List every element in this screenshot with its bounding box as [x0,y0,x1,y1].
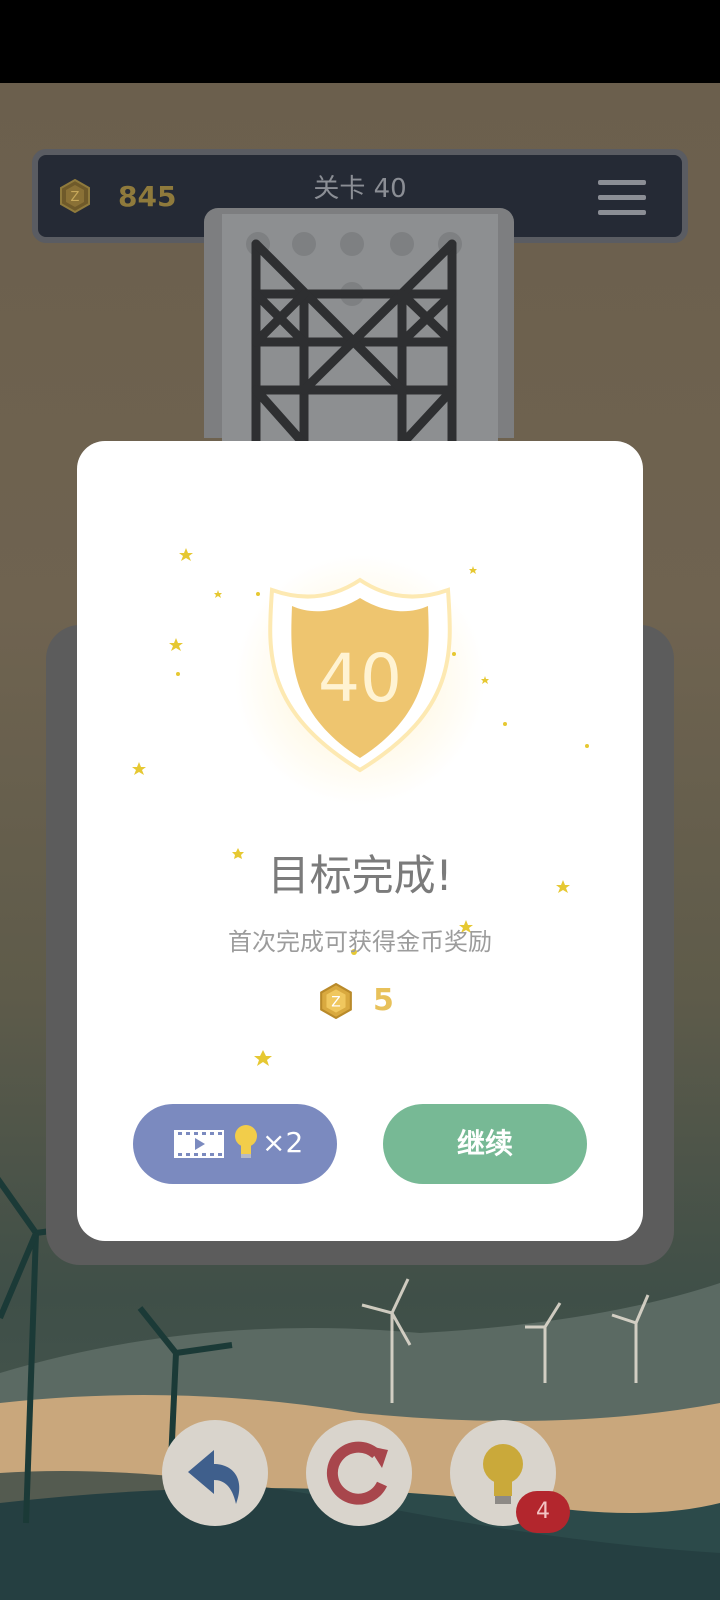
reward-coin-icon: Z [320,983,352,1019]
continue-button[interactable]: 继续 [383,1104,587,1184]
restart-button[interactable] [306,1420,412,1526]
undo-button[interactable] [162,1420,268,1526]
restart-icon [326,1441,388,1505]
status-bar [0,0,720,83]
reward-amount: 5 [373,983,394,1018]
bridge-structure [246,232,462,444]
level-badge-number: 40 [318,640,402,717]
lightbulb-icon [235,1125,257,1158]
coin-icon: Z [60,179,90,213]
video-icon [174,1130,224,1158]
dialog-title: 目标完成! [267,851,453,900]
menu-button[interactable] [598,180,646,216]
watch-video-hint-button[interactable] [133,1104,337,1184]
undo-icon [188,1450,240,1504]
svg-text:Z: Z [71,190,80,205]
coin-balance: 845 [118,180,177,213]
hint-count-badge: 4 [516,1491,570,1533]
hint-multiplier: ×2 [262,1126,304,1159]
svg-text:Z: Z [331,994,340,1010]
dialog-subtitle: 首次完成可获得金币奖励 [228,928,492,956]
level-label: 关卡 40 [313,174,407,204]
menu-icon [598,180,646,185]
